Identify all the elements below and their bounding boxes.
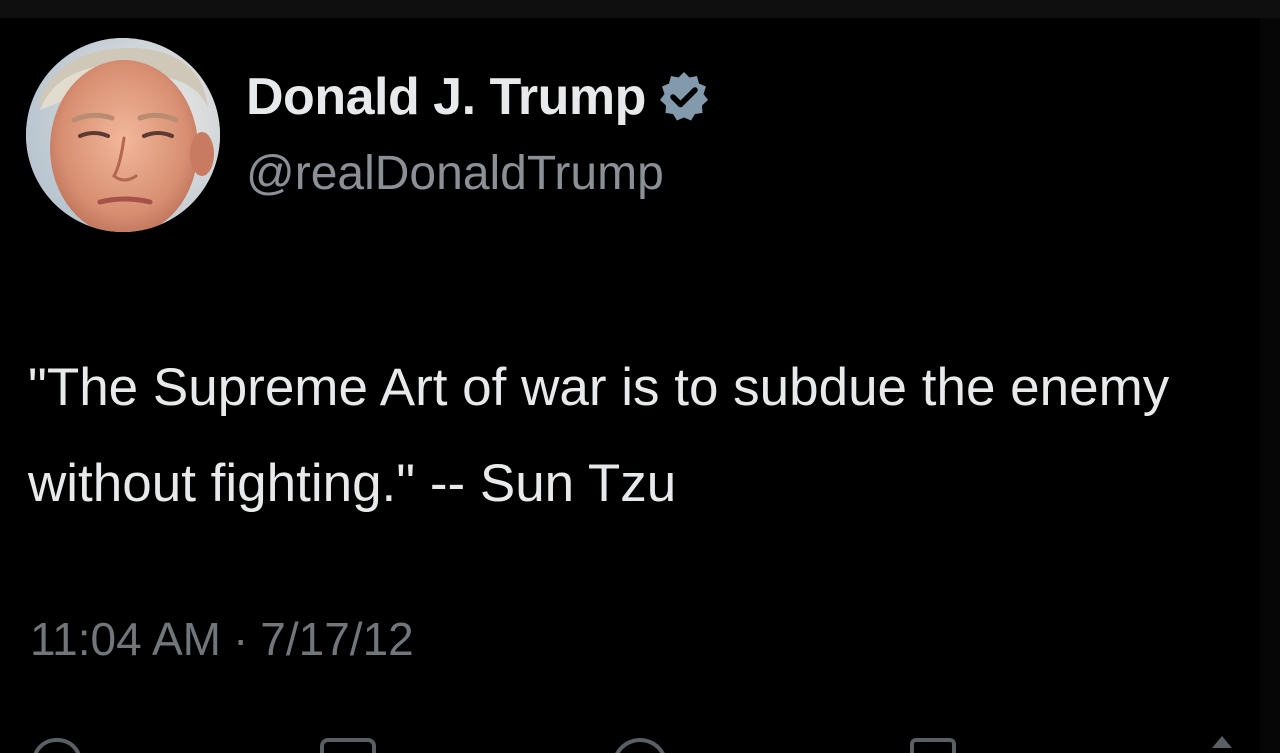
tweet-time[interactable]: 11:04 AM [30,612,221,666]
retweet-icon[interactable] [320,738,376,753]
heart-icon[interactable] [612,738,668,753]
reply-icon[interactable] [32,738,82,753]
top-strip [0,0,1280,18]
tweet-screen: Donald J. Trump @realDonaldTrump "The Su… [0,0,1280,753]
author-display-name[interactable]: Donald J. Trump [246,67,646,127]
tweet-timestamp[interactable]: 11:04 AM · 7/17/12 [30,612,414,666]
tweet-date[interactable]: 7/17/12 [260,612,413,666]
author-name-row[interactable]: Donald J. Trump [246,62,712,132]
avatar[interactable] [26,38,220,232]
author-handle[interactable]: @realDonaldTrump [246,146,664,201]
tweet-text: "The Supreme Art of war is to subdue the… [28,358,1184,513]
meta-separator: · [232,613,249,665]
share-arrow-icon [1212,736,1232,748]
bookmark-icon[interactable] [910,738,956,753]
action-bar [0,730,1280,753]
profile-photo [26,38,220,232]
verified-badge-icon[interactable] [656,69,712,125]
right-edge [1260,18,1280,753]
